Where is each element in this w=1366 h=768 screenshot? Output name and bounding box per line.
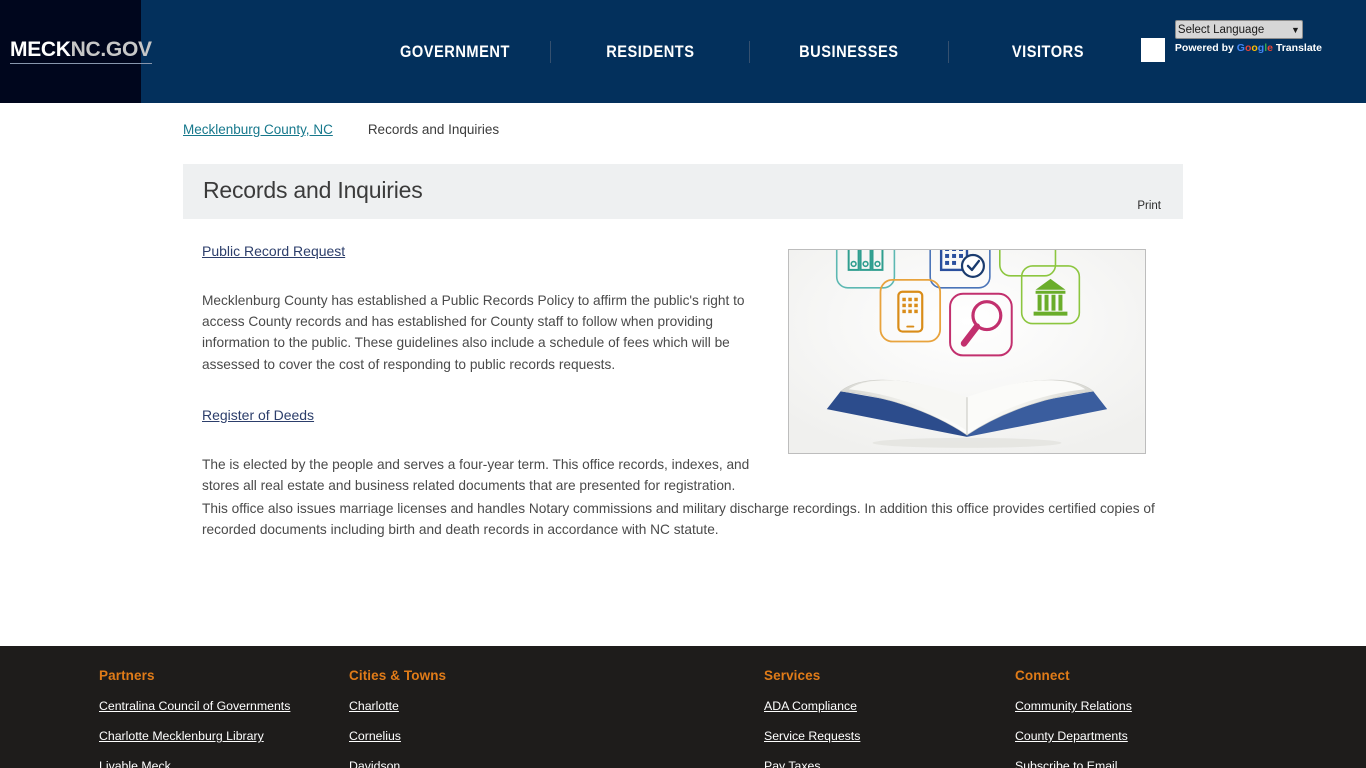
main-navigation: GOVERNMENT RESIDENTS BUSINESSES VISITORS [360, 0, 1147, 103]
nav-cell-businesses: BUSINESSES [750, 42, 948, 62]
footer-column-services: Services ADA Compliance Service Requests… [764, 668, 860, 768]
public-record-request-link[interactable]: Public Record Request [202, 243, 345, 259]
footer-column-cities-towns: Cities & Towns Charlotte Cornelius David… [349, 668, 446, 768]
nav-item-visitors[interactable]: VISITORS [1012, 42, 1084, 62]
powered-by-label: Powered by [1174, 42, 1234, 54]
footer-column-connect: Connect Community Relations County Depar… [1015, 668, 1132, 768]
page-title-banner: Records and Inquiries Print [183, 164, 1183, 219]
breadcrumb: Mecklenburg County, NC Records and Inqui… [183, 122, 499, 137]
footer-column-partners: Partners Centralina Council of Governmen… [99, 668, 290, 768]
site-logo[interactable]: MECKNC.GOV [10, 38, 152, 64]
google-translate-widget: Select Language ▼ Powered by Google Tran… [1174, 20, 1322, 54]
public-record-request-text: Mecklenburg County has established a Pub… [202, 292, 745, 372]
hero-illustration [789, 250, 1145, 453]
nav-cell-residents: RESIDENTS [551, 42, 749, 62]
footer-link-service-requests[interactable]: Service Requests [764, 729, 860, 743]
footer-link-centralina[interactable]: Centralina Council of Governments [99, 699, 290, 713]
breadcrumb-home-link[interactable]: Mecklenburg County, NC [183, 122, 333, 137]
footer-link-community-relations[interactable]: Community Relations [1015, 699, 1132, 713]
footer-link-county-departments[interactable]: County Departments [1015, 729, 1132, 743]
google-wordmark: Google [1236, 42, 1273, 54]
footer-link-livable-meck[interactable]: Livable Meck [99, 759, 290, 768]
nav-item-businesses[interactable]: BUSINESSES [799, 42, 898, 62]
nav-cell-visitors: VISITORS [949, 42, 1147, 62]
header-white-box [1141, 38, 1165, 62]
language-select[interactable]: Select Language ▼ [1174, 20, 1303, 39]
footer-heading-services: Services [764, 668, 821, 683]
footer-link-ada-compliance[interactable]: ADA Compliance [764, 699, 860, 713]
register-of-deeds-text: The is elected by the people and serves … [202, 456, 750, 493]
footer-heading-partners: Partners [99, 668, 155, 683]
register-of-deeds-text-wide: This office also issues marriage license… [202, 500, 1155, 537]
nav-cell-government: GOVERNMENT [360, 42, 550, 62]
site-footer: Partners Centralina Council of Governmen… [0, 646, 1366, 768]
translate-label: Translate [1275, 42, 1322, 54]
footer-link-davidson[interactable]: Davidson [349, 759, 446, 768]
footer-link-subscribe-email[interactable]: Subscribe to Email [1015, 759, 1132, 768]
language-select-value: Select Language [1177, 23, 1265, 36]
footer-link-cornelius[interactable]: Cornelius [349, 729, 446, 743]
register-of-deeds-link[interactable]: Register of Deeds [202, 407, 314, 423]
powered-by-google-translate: Powered by Google Translate [1175, 42, 1322, 54]
footer-link-pay-taxes[interactable]: Pay Taxes [764, 759, 860, 768]
site-header: MECKNC.GOV GOVERNMENT RESIDENTS BUSINESS… [0, 0, 1366, 103]
logo-secondary: NC.GOV [70, 38, 152, 61]
print-link[interactable]: Print [1137, 200, 1161, 212]
breadcrumb-current: Records and Inquiries [367, 122, 500, 137]
chevron-down-icon: ▼ [1290, 24, 1300, 35]
records-hero-image [788, 249, 1146, 454]
footer-link-charlotte[interactable]: Charlotte [349, 699, 446, 713]
logo-block[interactable]: MECKNC.GOV [0, 0, 152, 103]
page-title: Records and Inquiries [203, 177, 423, 203]
footer-link-library[interactable]: Charlotte Mecklenburg Library [99, 729, 290, 743]
footer-heading-cities-towns: Cities & Towns [349, 668, 447, 683]
nav-item-government[interactable]: GOVERNMENT [400, 42, 510, 62]
footer-heading-connect: Connect [1015, 668, 1070, 683]
logo-primary: MECK [10, 38, 71, 61]
nav-item-residents[interactable]: RESIDENTS [606, 42, 694, 62]
